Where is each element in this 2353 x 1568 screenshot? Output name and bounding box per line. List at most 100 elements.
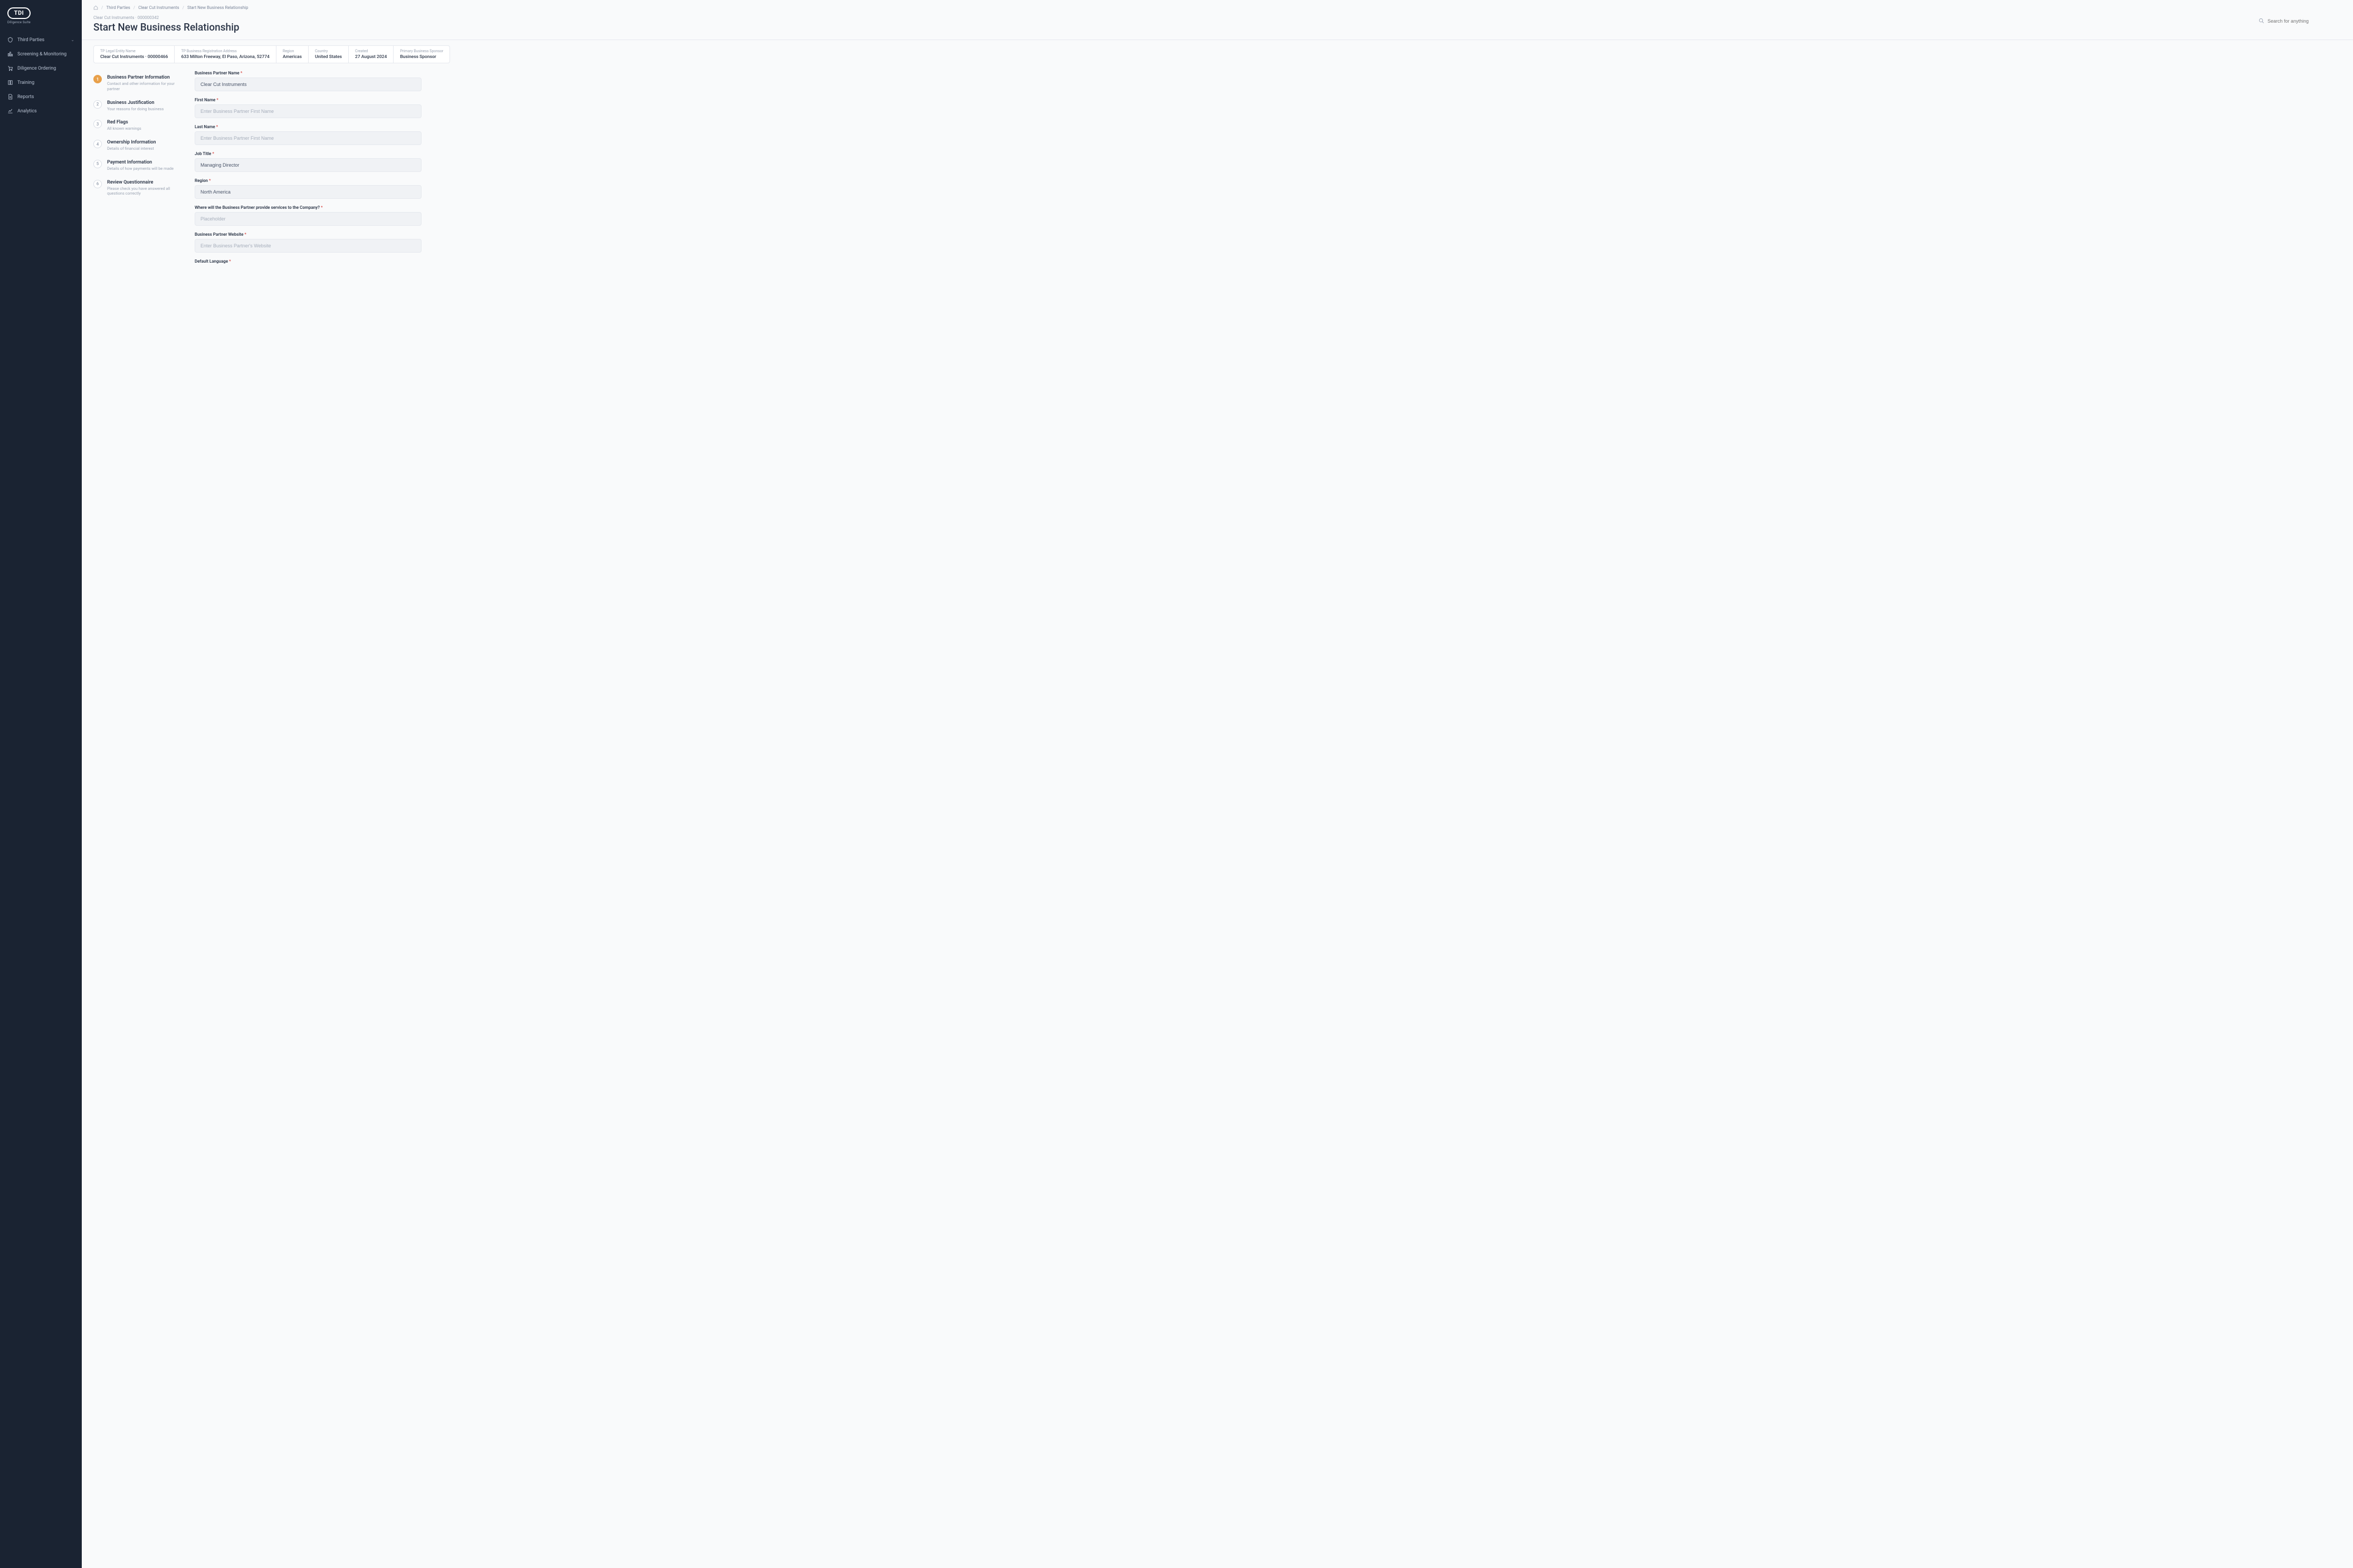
field-label: Business Partner Website*: [195, 232, 422, 237]
field-label: Region*: [195, 178, 422, 183]
field-label: Job Title*: [195, 151, 422, 156]
logo-cloud-icon: TDI: [7, 7, 31, 19]
meta-card-created: Created 27 August 2024: [348, 45, 394, 63]
meta-card-country: Country United States: [308, 45, 349, 63]
business-partner-name-input[interactable]: [195, 78, 422, 91]
search-icon: [2259, 18, 2264, 24]
field-label: First Name*: [195, 98, 422, 102]
meta-value: 633 Milton Freeway, El Paso, Arizona, 52…: [181, 54, 269, 60]
sidebar-item-label: Screening & Monitoring: [17, 52, 66, 57]
steps: 1 Business Partner Information Contact a…: [93, 71, 183, 270]
step-desc: Details of financial interest: [107, 146, 156, 151]
step-title: Red Flags: [107, 120, 141, 125]
field-region: Region*: [195, 178, 422, 199]
sidebar: TDI Diligence Suite Third Parties ⌄ Scre…: [0, 0, 82, 1568]
step-1[interactable]: 1 Business Partner Information Contact a…: [93, 71, 183, 96]
meta-value: Clear Cut Instruments · 00000466: [100, 54, 168, 60]
search-input[interactable]: [2268, 18, 2336, 24]
meta-card-region: Region Americas: [276, 45, 309, 63]
job-title-input[interactable]: [195, 158, 422, 172]
breadcrumb-current: Start New Business Relationship: [187, 5, 248, 10]
field-last-name: Last Name*: [195, 124, 422, 145]
content: 1 Business Partner Information Contact a…: [82, 63, 2353, 277]
step-desc: Please check you have answered all quest…: [107, 186, 183, 197]
where-services-input[interactable]: [195, 212, 422, 226]
breadcrumb-item[interactable]: Clear Cut Instruments: [138, 5, 179, 10]
sidebar-item-analytics[interactable]: Analytics: [0, 104, 82, 118]
meta-label: Created: [355, 49, 387, 53]
field-business-partner-name: Business Partner Name*: [195, 71, 422, 91]
page-title: Start New Business Relationship: [93, 21, 240, 33]
main: / Third Parties / Clear Cut Instruments …: [82, 0, 2353, 1568]
sidebar-item-label: Training: [17, 80, 34, 85]
sidebar-item-label: Analytics: [17, 109, 37, 114]
breadcrumb-sep: /: [183, 5, 184, 10]
meta-label: Primary Business Sponsor: [400, 49, 443, 53]
step-4[interactable]: 4 Ownership Information Details of finan…: [93, 136, 183, 156]
field-job-title: Job Title*: [195, 151, 422, 172]
meta-label: Country: [315, 49, 342, 53]
nav: Third Parties ⌄ Screening & Monitoring D…: [0, 33, 82, 118]
field-default-language: Default Language*: [195, 259, 422, 264]
step-desc: Contact and other information for your p…: [107, 81, 183, 92]
step-number: 4: [93, 140, 102, 148]
logo-subline: Diligence Suite: [7, 21, 31, 24]
sidebar-item-label: Diligence Ordering: [17, 66, 56, 71]
cart-icon: [7, 65, 13, 71]
breadcrumb-sep: /: [133, 5, 135, 10]
sidebar-item-label: Third Parties: [17, 37, 44, 43]
chevron-down-icon: ⌄: [71, 37, 74, 42]
breadcrumb: / Third Parties / Clear Cut Instruments …: [82, 0, 2353, 13]
step-title: Ownership Information: [107, 140, 156, 145]
meta-card-entity: TP Legal Entity Name Clear Cut Instrumen…: [93, 45, 175, 63]
sidebar-item-training[interactable]: Training: [0, 75, 82, 90]
sidebar-item-reports[interactable]: Reports: [0, 90, 82, 104]
meta-label: TP Business Registration Address: [181, 49, 269, 53]
field-website: Business Partner Website*: [195, 232, 422, 253]
home-icon[interactable]: [93, 5, 98, 10]
meta-value: 27 August 2024: [355, 54, 387, 60]
field-label: Last Name*: [195, 124, 422, 129]
meta-label: TP Legal Entity Name: [100, 49, 168, 53]
step-title: Review Questionnaire: [107, 180, 183, 185]
step-3[interactable]: 3 Red Flags All known warnings: [93, 116, 183, 136]
region-input[interactable]: [195, 185, 422, 199]
first-name-input[interactable]: [195, 104, 422, 118]
meta-label: Region: [283, 49, 302, 53]
step-number: 1: [93, 75, 102, 83]
shield-icon: [7, 37, 13, 43]
field-first-name: First Name*: [195, 98, 422, 118]
step-desc: All known warnings: [107, 126, 141, 131]
breadcrumb-item[interactable]: Third Parties: [106, 5, 130, 10]
step-5[interactable]: 5 Payment Information Details of how pay…: [93, 156, 183, 176]
step-number: 5: [93, 160, 102, 168]
website-input[interactable]: [195, 239, 422, 253]
meta-value: Business Sponsor: [400, 54, 443, 60]
line-chart-icon: [7, 108, 13, 114]
field-label: Where will the Business Partner provide …: [195, 205, 422, 210]
step-desc: Your reasons for doing business: [107, 107, 164, 112]
field-where-services: Where will the Business Partner provide …: [195, 205, 422, 226]
search-box[interactable]: [2253, 15, 2341, 26]
meta-card-sponsor: Primary Business Sponsor Business Sponso…: [393, 45, 450, 63]
book-icon: [7, 80, 13, 85]
sidebar-item-label: Reports: [17, 94, 34, 100]
step-6[interactable]: 6 Review Questionnaire Please check you …: [93, 176, 183, 201]
sidebar-item-third-parties[interactable]: Third Parties ⌄: [0, 33, 82, 47]
sidebar-item-diligence[interactable]: Diligence Ordering: [0, 61, 82, 75]
last-name-input[interactable]: [195, 131, 422, 145]
meta-value: United States: [315, 54, 342, 60]
doc-icon: [7, 94, 13, 100]
header-subtitle: Clear Cut Instruments · 000000342: [93, 15, 240, 20]
chart-icon: [7, 51, 13, 57]
step-2[interactable]: 2 Business Justification Your reasons fo…: [93, 96, 183, 116]
sidebar-item-screening[interactable]: Screening & Monitoring: [0, 47, 82, 61]
field-label: Default Language*: [195, 259, 422, 264]
step-title: Payment Information: [107, 160, 174, 165]
form: Business Partner Name* First Name* Last …: [195, 71, 422, 270]
step-title: Business Partner Information: [107, 75, 183, 80]
breadcrumb-sep: /: [101, 5, 103, 10]
meta-row: TP Legal Entity Name Clear Cut Instrumen…: [82, 40, 2353, 63]
step-title: Business Justification: [107, 100, 164, 105]
step-number: 3: [93, 120, 102, 128]
